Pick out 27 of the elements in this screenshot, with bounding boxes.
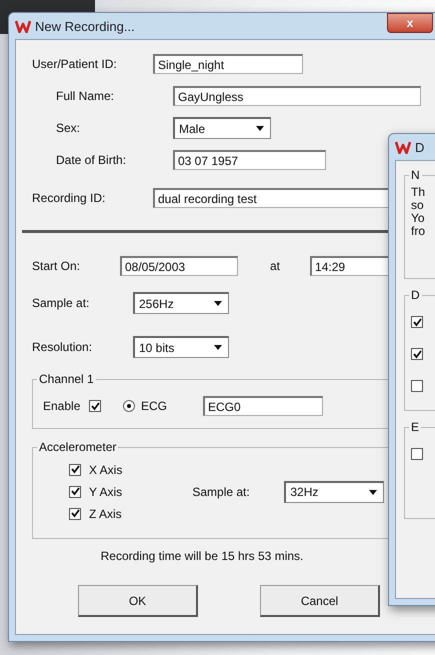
description-text: fro [411, 225, 426, 238]
window-title: D [415, 140, 424, 154]
field-label: User/Patient ID: [32, 57, 118, 71]
checkbox-label: Y Axis [89, 484, 122, 498]
description-text: so [411, 199, 425, 212]
radio-label: ECG [141, 399, 168, 413]
description-text: Th [411, 186, 426, 199]
field-label: Start On: [32, 259, 82, 273]
field-label: Sex: [56, 121, 82, 135]
checkbox-label: X Axis [89, 462, 122, 476]
field-label: Resolution: [32, 340, 94, 354]
window-title: New Recording... [35, 18, 135, 34]
field-label: Full Name: [56, 89, 116, 103]
group-title: Accelerometer [37, 440, 118, 454]
group-title: N [409, 168, 422, 182]
recording-time-text: Recording time will be 15 hrs 53 mins. [100, 549, 304, 563]
group-title: Channel 1 [37, 372, 96, 386]
enable-label: Enable [43, 399, 82, 413]
checkbox-label: Z Axis [89, 506, 122, 520]
at-label: at [270, 259, 280, 273]
group-title: E [409, 420, 422, 434]
field-label: Date of Birth: [56, 153, 128, 167]
description-text: Yo [411, 212, 426, 225]
field-label: Sample at: [32, 296, 90, 310]
field-label: Sample at: [192, 484, 251, 498]
group-title: D [409, 288, 422, 302]
field-label: Recording ID: [32, 191, 106, 205]
